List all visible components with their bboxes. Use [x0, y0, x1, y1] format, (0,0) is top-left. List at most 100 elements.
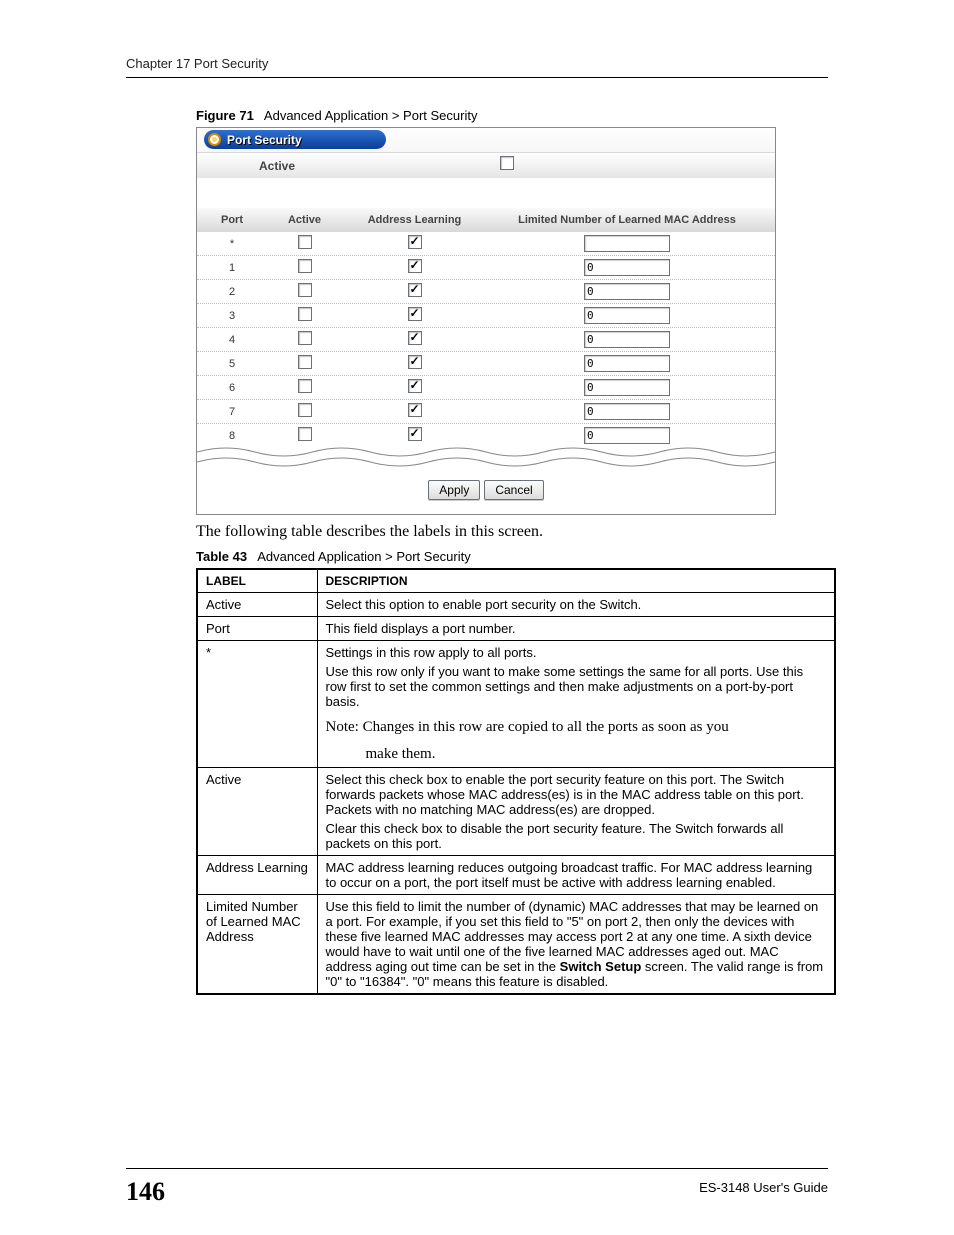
limit-input[interactable]: [584, 283, 670, 300]
screenshot-panel: Port Security Active Port Active Address…: [196, 127, 776, 515]
port-row: 4: [197, 328, 775, 352]
desc-note: Note: Changes in this row are copied to …: [326, 719, 827, 736]
port-row: 1: [197, 256, 775, 280]
desc-text: Select this option to enable port securi…: [317, 593, 835, 617]
limit-input[interactable]: [584, 259, 670, 276]
active-cell: [267, 427, 342, 444]
port-cell: 4: [197, 334, 267, 346]
limit-input[interactable]: [584, 235, 670, 252]
port-cell: 1: [197, 262, 267, 274]
active-cell: [267, 379, 342, 396]
desc-head-desc: DESCRIPTION: [317, 569, 835, 593]
table-caption: Table 43 Advanced Application > Port Sec…: [196, 549, 828, 564]
bold-term: Switch Setup: [560, 959, 642, 974]
body-paragraph: The following table describes the labels…: [196, 523, 828, 541]
desc-row: Limited Number of Learned MAC AddressUse…: [197, 895, 835, 995]
desc-text: MAC address learning reduces outgoing br…: [317, 856, 835, 895]
learning-checkbox[interactable]: [408, 403, 422, 417]
learning-cell: [342, 307, 487, 324]
active-checkbox[interactable]: [298, 331, 312, 345]
port-row: *: [197, 232, 775, 256]
table-label: Table 43: [196, 549, 247, 564]
learning-cell: [342, 403, 487, 420]
port-cell: 5: [197, 358, 267, 370]
figure-title: Advanced Application > Port Security: [264, 108, 478, 123]
active-checkbox[interactable]: [298, 283, 312, 297]
learning-cell: [342, 235, 487, 252]
header-rule: [126, 77, 828, 78]
limit-input[interactable]: [584, 331, 670, 348]
port-cell: 6: [197, 382, 267, 394]
port-row: 7: [197, 400, 775, 424]
cancel-button[interactable]: Cancel: [484, 480, 543, 500]
figure-label: Figure 71: [196, 108, 254, 123]
learning-checkbox[interactable]: [408, 307, 422, 321]
limit-cell: [487, 403, 767, 420]
limit-input[interactable]: [584, 355, 670, 372]
description-table: LABEL DESCRIPTION ActiveSelect this opti…: [196, 568, 836, 995]
limit-input[interactable]: [584, 307, 670, 324]
learning-checkbox[interactable]: [408, 427, 422, 441]
desc-note-cont: make them.: [366, 746, 827, 763]
col-head-limit: Limited Number of Learned MAC Address: [487, 214, 767, 226]
active-checkbox[interactable]: [298, 355, 312, 369]
col-head-active: Active: [267, 214, 342, 226]
learning-checkbox[interactable]: [408, 283, 422, 297]
tab-bullet-icon: [208, 133, 221, 146]
port-row: 6: [197, 376, 775, 400]
col-head-port: Port: [197, 214, 267, 226]
limit-cell: [487, 307, 767, 324]
port-cell: 3: [197, 310, 267, 322]
active-cell: [267, 331, 342, 348]
learning-checkbox[interactable]: [408, 379, 422, 393]
tab-strip: Port Security: [197, 128, 775, 152]
learning-checkbox[interactable]: [408, 355, 422, 369]
desc-row: *Settings in this row apply to all ports…: [197, 641, 835, 768]
active-cell: [267, 259, 342, 276]
global-active-label: Active: [197, 159, 357, 173]
tab-label: Port Security: [227, 133, 302, 147]
learning-checkbox[interactable]: [408, 235, 422, 249]
desc-label: Active: [197, 593, 317, 617]
spacer: [197, 178, 775, 208]
port-cell: *: [197, 238, 267, 250]
port-cell: 8: [197, 430, 267, 442]
limit-cell: [487, 331, 767, 348]
limit-cell: [487, 259, 767, 276]
guide-name: ES-3148 User's Guide: [699, 1180, 828, 1195]
active-checkbox[interactable]: [298, 259, 312, 273]
page-number: 146: [126, 1177, 165, 1207]
desc-label: Address Learning: [197, 856, 317, 895]
apply-button[interactable]: Apply: [428, 480, 480, 500]
limit-input[interactable]: [584, 403, 670, 420]
port-table-header: Port Active Address Learning Limited Num…: [197, 208, 775, 232]
active-checkbox[interactable]: [298, 235, 312, 249]
active-checkbox[interactable]: [298, 379, 312, 393]
active-checkbox[interactable]: [298, 307, 312, 321]
limit-cell: [487, 235, 767, 252]
port-table-body: * 1 2 3 4 5 6 7 8: [197, 232, 775, 448]
limit-input[interactable]: [584, 427, 670, 444]
tab-port-security[interactable]: Port Security: [204, 130, 386, 149]
port-cell: 2: [197, 286, 267, 298]
limit-input[interactable]: [584, 379, 670, 396]
learning-checkbox[interactable]: [408, 331, 422, 345]
learning-checkbox[interactable]: [408, 259, 422, 273]
active-cell: [267, 307, 342, 324]
desc-text: Settings in this row apply to all ports.…: [317, 641, 835, 768]
active-cell: [267, 355, 342, 372]
active-checkbox[interactable]: [298, 403, 312, 417]
button-row: Apply Cancel: [197, 480, 775, 500]
running-header: Chapter 17 Port Security: [126, 56, 828, 77]
global-active-checkbox[interactable]: [500, 156, 514, 170]
limit-cell: [487, 355, 767, 372]
desc-text: This field displays a port number.: [317, 617, 835, 641]
port-row: 3: [197, 304, 775, 328]
active-checkbox[interactable]: [298, 427, 312, 441]
desc-label: Active: [197, 768, 317, 856]
global-active-control: [357, 156, 657, 175]
desc-row: Address LearningMAC address learning red…: [197, 856, 835, 895]
col-head-learning: Address Learning: [342, 214, 487, 226]
learning-cell: [342, 283, 487, 300]
limit-cell: [487, 427, 767, 444]
